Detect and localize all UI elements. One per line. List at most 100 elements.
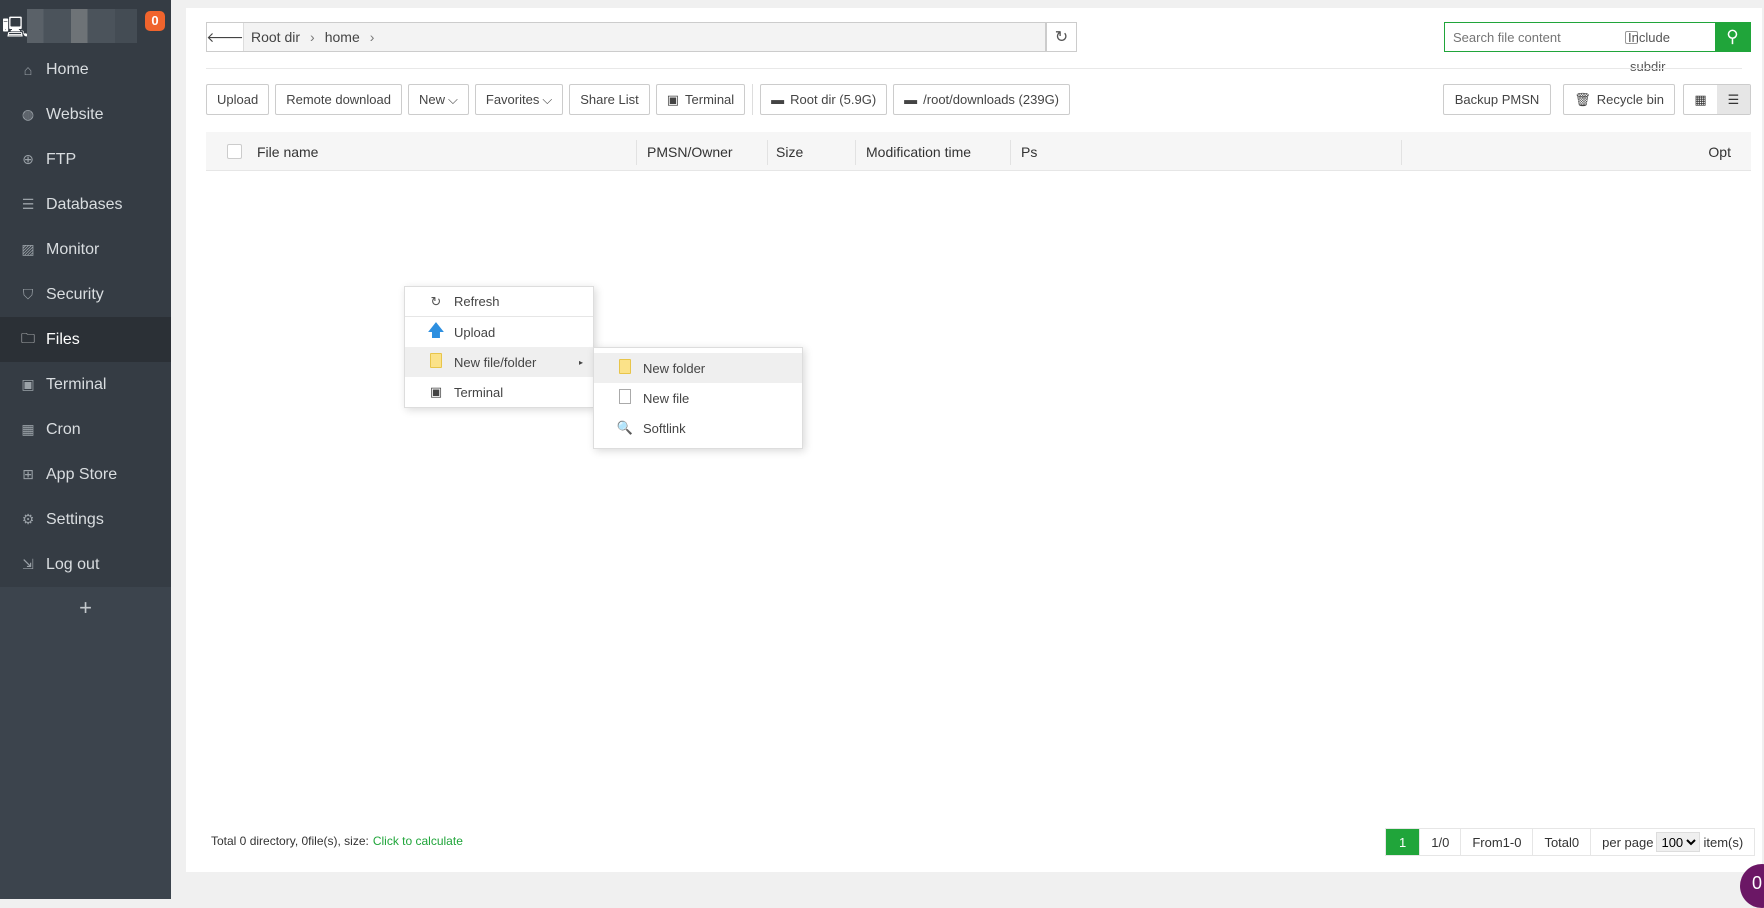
favorites-dropdown-button[interactable]: Favorites ⌵	[474, 84, 564, 115]
menu-item-label: Upload	[454, 324, 496, 340]
menu-item-new-folder[interactable]: New folder	[594, 353, 802, 383]
server-monitor-icon: 🖳	[2, 17, 29, 39]
menu-item-new-file-folder[interactable]: New file/folder ▸	[405, 347, 593, 377]
disk-icon: ▬	[771, 92, 785, 107]
sidebar-item-label: Terminal	[46, 375, 107, 393]
column-opt: Opt	[1708, 144, 1731, 160]
sidebar-item-label: Home	[46, 60, 89, 78]
select-all-checkbox[interactable]	[227, 144, 242, 159]
sidebar-item-website[interactable]: ◍ Website	[0, 92, 171, 137]
grid-view-button[interactable]: ▦	[1684, 85, 1717, 114]
pagination: 1 1/0 From1-0 Total0 per page 100 item(s…	[1385, 828, 1756, 856]
toolbar-right: Backup PMSN 🗑 Recycle bin ▦ ☰	[1442, 84, 1751, 115]
calculate-size-link[interactable]: Click to calculate	[373, 834, 463, 848]
root-dir-disk-button[interactable]: ▬ Root dir (5.9G)	[760, 84, 888, 115]
search-input[interactable]	[1445, 23, 1625, 51]
sidebar-item-home[interactable]: ⌂ Home	[0, 47, 171, 92]
page-total: Total0	[1532, 829, 1590, 855]
search-box: Include subdir ⚲	[1444, 22, 1751, 74]
search-button[interactable]: ⚲	[1715, 23, 1750, 51]
sidebar-item-settings[interactable]: ⚙ Settings	[0, 497, 171, 542]
database-icon: ☰	[21, 196, 35, 212]
add-menu-button[interactable]: +	[0, 595, 171, 621]
view-toggle: ▦ ☰	[1683, 84, 1751, 115]
sidebar-item-terminal[interactable]: ▣ Terminal	[0, 362, 171, 407]
sidebar-item-databases[interactable]: ☰ Databases	[0, 182, 171, 227]
column-separator	[1401, 140, 1402, 165]
divider	[752, 84, 754, 115]
directory-stats: Total 0 directory, 0file(s), size: Click …	[211, 834, 463, 848]
terminal-button[interactable]: ▣ Terminal	[655, 84, 746, 115]
sidebar-item-cron[interactable]: ▦ Cron	[0, 407, 171, 452]
recycle-bin-button[interactable]: 🗑 Recycle bin	[1563, 84, 1675, 115]
column-pmsn-owner[interactable]: PMSN/Owner	[647, 144, 733, 160]
file-icon	[616, 389, 634, 407]
menu-item-label: Terminal	[454, 384, 504, 400]
menu-item-label: New file	[643, 390, 690, 406]
downloads-disk-button[interactable]: ▬ /root/downloads (239G)	[893, 84, 1071, 115]
context-submenu: New folder New file 🔍 Softlink	[593, 347, 803, 449]
favorites-label: Favorites	[485, 92, 540, 107]
sidebar-item-security[interactable]: ⛉ Security	[0, 272, 171, 317]
backup-pmsn-button[interactable]: Backup PMSN	[1442, 84, 1552, 115]
gear-icon: ⚙	[21, 511, 35, 527]
share-list-button[interactable]: Share List	[569, 84, 650, 115]
calendar-icon: ▦	[21, 421, 35, 437]
sidebar: 🖳 0 ⌂ Home ◍ Website ⊕ FTP ☰ Databases ▨ Moni…	[0, 0, 171, 899]
include-subdir-checkbox[interactable]: Include	[1625, 30, 1670, 58]
terminal-icon: ▣	[666, 91, 680, 107]
remote-download-button[interactable]: Remote download	[275, 84, 402, 115]
sidebar-item-label: Log out	[46, 555, 100, 573]
per-page-control: per page 100 item(s)	[1590, 829, 1754, 855]
menu-item-label: New folder	[643, 360, 706, 376]
sidebar-item-monitor[interactable]: ▨ Monitor	[0, 227, 171, 272]
terminal-label: Terminal	[685, 92, 735, 107]
shield-icon: ⛉	[22, 286, 34, 302]
menu-item-terminal[interactable]: ▣ Terminal	[405, 377, 593, 407]
menu-item-label: Refresh	[454, 294, 500, 309]
menu-item-softlink[interactable]: 🔍 Softlink	[594, 413, 802, 443]
breadcrumb-home[interactable]: home	[325, 29, 360, 45]
recycle-bin-label: Recycle bin	[1596, 92, 1664, 107]
logout-icon: ⇲	[22, 556, 34, 572]
page-current[interactable]: 1	[1386, 829, 1420, 855]
downloads-label: /root/downloads (239G)	[923, 92, 1060, 107]
per-page-select[interactable]: 100	[1656, 832, 1701, 852]
new-dropdown-button[interactable]: New ⌵	[408, 84, 469, 115]
sidebar-item-label: App Store	[46, 465, 118, 483]
sidebar-item-logout[interactable]: ⇲ Log out	[0, 542, 171, 587]
breadcrumb[interactable]: 🡐 Root dir › home ›	[206, 22, 1046, 52]
home-icon: ⌂	[23, 61, 33, 78]
column-size[interactable]: Size	[776, 144, 803, 160]
sidebar-item-ftp[interactable]: ⊕ FTP	[0, 137, 171, 182]
sidebar-header: 🖳 0	[0, 0, 171, 47]
menu-item-refresh[interactable]: ↻ Refresh	[405, 287, 593, 317]
chevron-right-icon: ›	[310, 29, 315, 45]
back-arrow-icon[interactable]: 🡐	[206, 23, 244, 51]
menu-item-upload[interactable]: 🡅 Upload	[405, 317, 593, 347]
list-view-button[interactable]: ☰	[1717, 85, 1750, 114]
upload-button[interactable]: Upload	[206, 84, 270, 115]
page-count: 1/0	[1419, 829, 1460, 855]
sidebar-item-app-store[interactable]: ⊞ App Store	[0, 452, 171, 497]
sidebar-item-files[interactable]: 🗀 Files	[0, 317, 171, 362]
breadcrumb-root[interactable]: Root dir	[251, 29, 300, 45]
menu-item-label: New file/folder	[454, 354, 537, 370]
ftp-icon: ⊕	[22, 151, 34, 167]
search-icon: ⚲	[1726, 27, 1739, 46]
column-file-name[interactable]: File name	[257, 144, 318, 160]
upload-arrow-icon: 🡅	[427, 320, 445, 340]
notification-badge[interactable]: 0	[145, 11, 165, 31]
disk-icon: ▬	[904, 92, 918, 107]
menu-item-new-file[interactable]: New file	[594, 383, 802, 413]
folder-icon: 🗀	[21, 329, 35, 346]
menu-item-label: Softlink	[643, 420, 686, 436]
per-page-label: per page	[1602, 834, 1654, 850]
column-modification-time[interactable]: Modification time	[866, 144, 971, 160]
refresh-icon: ↻	[430, 293, 442, 309]
chevron-right-icon: ›	[369, 29, 375, 45]
column-ps[interactable]: Ps	[1021, 144, 1037, 160]
refresh-button[interactable]: ↻	[1046, 22, 1077, 52]
sidebar-item-label: Security	[46, 285, 104, 303]
chevron-down-icon: ⌵	[448, 91, 458, 107]
